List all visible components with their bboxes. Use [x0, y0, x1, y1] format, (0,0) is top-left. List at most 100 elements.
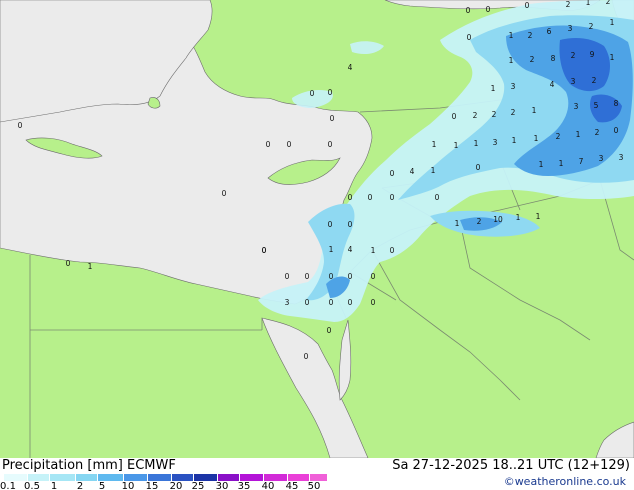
map-value-label: 2	[492, 110, 497, 119]
map-value-label: 0	[390, 193, 395, 202]
weather-map-page: 0021201263211282911343202221358113112120…	[0, 0, 634, 490]
map-value-label: 0	[18, 121, 23, 130]
map-value-label: 1	[371, 246, 376, 255]
map-value-label: 0	[348, 220, 353, 229]
map-value-label: 1	[539, 160, 544, 169]
map-value-label: 1	[432, 140, 437, 149]
map-value-label: 0	[466, 6, 471, 15]
map-value-label: 2	[571, 51, 576, 60]
scale-swatch	[264, 474, 288, 481]
scale-swatch	[50, 474, 76, 481]
map-value-label: 9	[590, 50, 595, 59]
map-value-label: 3	[493, 138, 498, 147]
scale-tick-label: 15	[145, 481, 159, 490]
map-value-label: 0	[66, 259, 71, 268]
scale-tick-label: 35	[237, 481, 251, 490]
map-value-label: 0	[262, 246, 267, 255]
map-value-label: 1	[586, 0, 591, 7]
map-value-label: 5	[594, 101, 599, 110]
map-value-label: 0	[328, 140, 333, 149]
map-value-label: 8	[614, 99, 619, 108]
map-value-label: 4	[550, 80, 555, 89]
scale-tick-label: 30	[215, 481, 229, 490]
map-value-label: 2	[528, 31, 533, 40]
map-value-label: 0	[328, 220, 333, 229]
scale-swatch	[240, 474, 264, 481]
map-value-label: 0	[329, 298, 334, 307]
map-value-label: 0	[452, 112, 457, 121]
map-value-label: 0	[266, 140, 271, 149]
map-value-label: 0	[285, 272, 290, 281]
map-value-label: 3	[599, 154, 604, 163]
map-footer: Precipitation [mm] ECMWF Sa 27-12-2025 1…	[0, 458, 634, 490]
map-value-label: 0	[390, 169, 395, 178]
map-value-label: 0	[329, 272, 334, 281]
map-value-label: 10	[493, 215, 503, 224]
map-value-label: 0	[467, 33, 472, 42]
scale-swatch	[148, 474, 172, 481]
scale-swatch	[76, 474, 98, 481]
map-value-label: 1	[431, 166, 436, 175]
map-value-label: 1	[474, 139, 479, 148]
map-value-label: 2	[530, 55, 535, 64]
scale-swatch	[218, 474, 240, 481]
map-value-label: 4	[410, 167, 415, 176]
map-value-label: 0	[330, 114, 335, 123]
map-value-label: 2	[477, 217, 482, 226]
scale-swatch	[310, 474, 328, 481]
map-value-label: 3	[568, 24, 573, 33]
map-value-label: 4	[348, 63, 353, 72]
scale-swatch	[288, 474, 310, 481]
scale-tick-label: 20	[169, 481, 183, 490]
scale-tick-label: 45	[285, 481, 299, 490]
map-value-label: 0	[371, 272, 376, 281]
scale-swatch	[28, 474, 50, 481]
map-value-label: 1	[516, 213, 521, 222]
map-value-label: 4	[348, 245, 353, 254]
map-value-label: 1	[532, 106, 537, 115]
map-value-label: 3	[285, 298, 290, 307]
scale-tick-label: 1	[50, 481, 58, 490]
precipitation-color-scale	[4, 474, 328, 481]
map-value-label: 1	[329, 245, 334, 254]
map-value-label: 1	[455, 219, 460, 228]
map-value-label: 1	[576, 130, 581, 139]
map-value-label: 0	[368, 193, 373, 202]
map-value-label: 2	[473, 111, 478, 120]
map-value-label: 1	[534, 134, 539, 143]
map-value-label: 0	[476, 163, 481, 172]
scale-swatch	[124, 474, 148, 481]
map-value-label: 0	[287, 140, 292, 149]
map-value-label: 2	[511, 108, 516, 117]
map-value-label: 2	[566, 0, 571, 9]
scale-swatch	[98, 474, 124, 481]
map-value-label: 1	[88, 262, 93, 271]
map-value-label: 0	[371, 298, 376, 307]
map-value-label: 1	[509, 31, 514, 40]
map-value-label: 3	[511, 82, 516, 91]
scale-swatch	[194, 474, 218, 481]
map-value-label: 3	[571, 77, 576, 86]
map-value-label: 0	[305, 298, 310, 307]
map-value-label: 0	[348, 193, 353, 202]
map-title: Precipitation [mm] ECMWF	[2, 458, 176, 473]
scale-tick-label: 50	[307, 481, 321, 490]
map-value-label: 2	[589, 22, 594, 31]
map-value-label: 3	[574, 102, 579, 111]
map-value-label: 0	[486, 5, 491, 14]
map-value-label: 1	[536, 212, 541, 221]
map-value-label: 2	[595, 128, 600, 137]
scale-tick-label: 2	[76, 481, 84, 490]
map-value-label: 2	[606, 0, 611, 6]
map-value-label: 3	[619, 153, 624, 162]
map-value-label: 8	[551, 54, 556, 63]
map-value-label: 2	[556, 132, 561, 141]
forecast-datetime: Sa 27-12-2025 18..21 UTC (12+129)	[392, 458, 630, 473]
map-value-label: 0	[222, 189, 227, 198]
credit-link[interactable]: ©weatheronline.co.uk	[504, 475, 626, 488]
precipitation-map: 0 02 1 201 2 6 3 2 11 2 8 2 9 11 3 4 3 20 2 2 2 1 3 5 81 1 3 1 1 2 1 2 0…	[0, 0, 634, 458]
map-value-label: 0	[304, 352, 309, 361]
map-value-label: 1	[509, 56, 514, 65]
scale-swatch	[4, 474, 28, 481]
scale-tick-label: 25	[191, 481, 205, 490]
